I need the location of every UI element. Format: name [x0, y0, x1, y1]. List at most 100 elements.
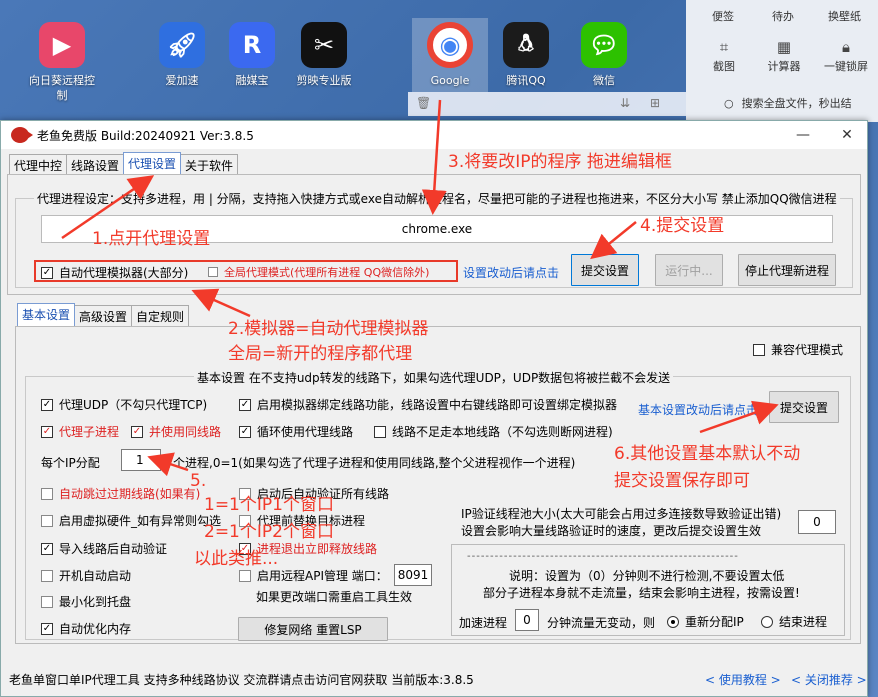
basic-option-3[interactable]: 启用虚拟硬件_如有异常则勾选 [41, 512, 221, 529]
desktop-app-label: Google [430, 74, 470, 87]
tab-proxy-settings[interactable]: 代理设置 [123, 152, 182, 176]
desktop-app-1[interactable]: 🚀︎ 爱加速 [144, 22, 220, 88]
desktop-app-0[interactable]: ▶ 向日葵远程控制 [24, 22, 100, 103]
accel-note2: 部分子进程本身就不走流量，结束会影响主进程，按需设置! [483, 586, 800, 600]
lock-icon: 🔒︎ [842, 38, 850, 56]
basic-option-4[interactable]: ✓ 导入线路后自动验证 [41, 540, 167, 557]
basic-submit-button[interactable]: 提交设置 [769, 391, 839, 423]
rongmeibao-icon: R [229, 22, 275, 68]
quick-tools-panel: 便签 待办 换壁纸 ⌗ 截图 ▦ 计算器 🔒︎ 一键锁屏 ○ 搜索全盘文件，秒出结 [686, 0, 878, 122]
sort-icon[interactable]: ⇊ [620, 96, 630, 110]
basic-option-1[interactable]: ✓ 代理子进程 [41, 423, 119, 440]
desktop-app-5[interactable]: 🐧︎ 腾讯QQ [488, 22, 564, 88]
running-button: 运行中... [655, 254, 723, 286]
annotation-5: 5. [190, 471, 207, 491]
ip-pool-text2: 设置会影响大量线路验证时的速度，更改后提交设置生效 [461, 524, 762, 538]
basic-option-0[interactable]: ✓ 代理UDP（不勾只代理TCP) [41, 396, 207, 413]
accel-note1: 说明：设置为（0）分钟则不进行检测,不要设置太低 [509, 569, 785, 583]
api-port-note: 如果更改端口需重启工具生效 [256, 590, 413, 604]
desktop-app-label: 腾讯QQ [506, 74, 546, 87]
per-ip-desc: 个进程,0=1(如果勾选了代理子进程和使用同线路,整个父进程视作一个进程) [173, 456, 576, 470]
search-icon: ○ [724, 97, 734, 110]
basic-option-6[interactable]: 最小化到托盘 [41, 593, 131, 610]
desktop-app-label: 融媒宝 [235, 74, 269, 87]
minimize-button[interactable]: — [785, 123, 821, 147]
annotation-2: 2.模拟器=自动代理模拟器 [228, 319, 429, 339]
global-proxy-checkbox[interactable]: 全局代理模式(代理所有进程 QQ微信除外) [208, 264, 429, 280]
desktop-app-label: 向日葵远程控制 [29, 74, 95, 102]
sunlogin-icon: ▶ [39, 22, 85, 68]
desktop-app-label: 微信 [593, 74, 615, 87]
todo-tab[interactable]: 待办 [772, 8, 794, 24]
status-bar: 老鱼单窗口单IP代理工具 支持多种线路协议 交流群请点击访问官网获取 当前版本:… [1, 669, 867, 695]
annotation-3: 3.将要改IP的程序 拖进编辑框 [448, 152, 672, 172]
ip-pool-input[interactable]: 0 [798, 510, 836, 534]
ip-pool-text1: IP验证线程池大小(太大可能会占用过多连接数导致验证出错) [461, 507, 782, 521]
crop-icon: ⌗ [719, 38, 729, 56]
annotation-5c: 2=1个IP2个窗口 [204, 522, 334, 542]
window-title: 老鱼免费版 Build:20240921 Ver:3.8.5 [37, 128, 254, 143]
basic-hint-link[interactable]: 基本设置改动后请点击 [638, 401, 758, 418]
submit-settings-button[interactable]: 提交设置 [571, 254, 639, 286]
desktop-app-3[interactable]: ✂ 剪映专业版 [286, 22, 362, 88]
basic-option-7[interactable]: ✓ 自动优化内存 [41, 620, 131, 637]
desktop-app-6[interactable]: 💬︎ 微信 [566, 22, 642, 88]
end-process-radio[interactable]: 结束进程 [761, 613, 827, 630]
compat-mode-checkbox[interactable]: 兼容代理模式 [753, 341, 843, 358]
settings-hint-link[interactable]: 设置改动后请点击 [463, 264, 559, 281]
desktop-app-4[interactable]: ◉ Google [412, 18, 488, 92]
realloc-ip-radio[interactable]: 重新分配IP [667, 613, 744, 630]
capcut-icon: ✂ [301, 22, 347, 68]
advanced-option-0[interactable]: ✓ 启用模拟器绑定线路功能，线路设置中右键线路即可设置绑定模拟器 [239, 396, 617, 413]
desktop-app-label: 剪映专业版 [296, 74, 352, 87]
ajiasu-icon: 🚀︎ [159, 22, 205, 68]
basic-group-legend: 基本设置 在不支持udp转发的线路下，如果勾选代理UDP，UDP数据包将被拦截不… [194, 369, 674, 386]
per-ip-input[interactable]: 1 [121, 449, 161, 471]
desktop-app-label: 爱加速 [165, 74, 199, 87]
qq-icon: 🐧︎ [503, 22, 549, 68]
close-button[interactable]: ✕ [825, 123, 869, 147]
desktop-app-2[interactable]: R 融媒宝 [214, 22, 290, 88]
tutorial-link[interactable]: < 使用教程 > [705, 671, 781, 688]
tab-basic[interactable]: 基本设置 [17, 303, 76, 327]
annotation-6b: 提交设置保存即可 [614, 471, 750, 491]
divider-dashes: ----------------------------------------… [467, 551, 739, 562]
annotation-1: 1.点开代理设置 [92, 229, 211, 249]
annotation-6: 6.其他设置基本默认不动 [614, 444, 801, 464]
status-text: 老鱼单窗口单IP代理工具 支持多种线路协议 交流群请点击访问官网获取 当前版本:… [9, 673, 474, 687]
api-port-input[interactable]: 8091 [394, 564, 432, 586]
auto-proxy-checkbox[interactable]: ✓ 自动代理模拟器(大部分) [41, 264, 188, 281]
notes-tab[interactable]: 便签 [712, 8, 734, 24]
fish-logo-icon [11, 127, 33, 143]
stop-proxy-button[interactable]: 停止代理新进程 [738, 254, 836, 286]
annotation-2b: 全局=新开的程序都代理 [228, 344, 413, 364]
grid-icon[interactable]: ⊞ [650, 96, 660, 110]
advanced-option-1[interactable]: ✓ 循环使用代理线路 [239, 423, 353, 440]
annotation-5d: 以此类推... [194, 549, 279, 569]
basic-option-5[interactable]: 开机自动启动 [41, 567, 131, 584]
accel-label: 加速进程 [459, 616, 508, 630]
calculator-item[interactable]: ▦ 计算器 [754, 38, 814, 74]
accel-input[interactable]: 0 [515, 609, 539, 631]
title-bar: 老鱼免费版 Build:20240921 Ver:3.8.5 — ✕ [1, 121, 867, 149]
close-recommend-link[interactable]: < 关闭推荐 > [791, 671, 867, 688]
dock-shelf: 🗑︎ ⇊ ⊞ [408, 92, 686, 116]
search-field[interactable]: ○ 搜索全盘文件，秒出结 [724, 95, 852, 111]
lock-screen-item[interactable]: 🔒︎ 一键锁屏 [816, 38, 876, 74]
trash-icon: 🗑︎ [416, 96, 432, 110]
annotation-5b: 1=1个IP1个窗口 [204, 495, 334, 515]
accel-desc: 分钟流量无变动，则 [547, 616, 656, 630]
app-window: 老鱼免费版 Build:20240921 Ver:3.8.5 — ✕ 代理中控 … [0, 120, 868, 697]
chrome-icon: ◉ [427, 22, 473, 68]
wallpaper-tab[interactable]: 换壁纸 [828, 8, 861, 24]
calculator-icon: ▦ [776, 38, 792, 56]
repair-network-button[interactable]: 修复网络 重置LSP [238, 617, 388, 641]
per-ip-label: 每个IP分配 [41, 456, 100, 470]
annotation-4: 4.提交设置 [640, 216, 725, 236]
basic-option-2[interactable]: 自动跳过过期线路(如果有) [41, 485, 200, 502]
process-group-legend: 代理进程设定：支持多进程，用 | 分隔，支持拖入快捷方式或exe自动解析进程名，… [34, 190, 840, 207]
wechat-icon: 💬︎ [581, 22, 627, 68]
screenshot-item[interactable]: ⌗ 截图 [694, 38, 754, 74]
same-line-checkbox[interactable]: ✓ 并使用同线路 [131, 423, 221, 440]
local-fallback-checkbox[interactable]: 线路不足走本地线路（不勾选则断网进程) [374, 423, 613, 440]
